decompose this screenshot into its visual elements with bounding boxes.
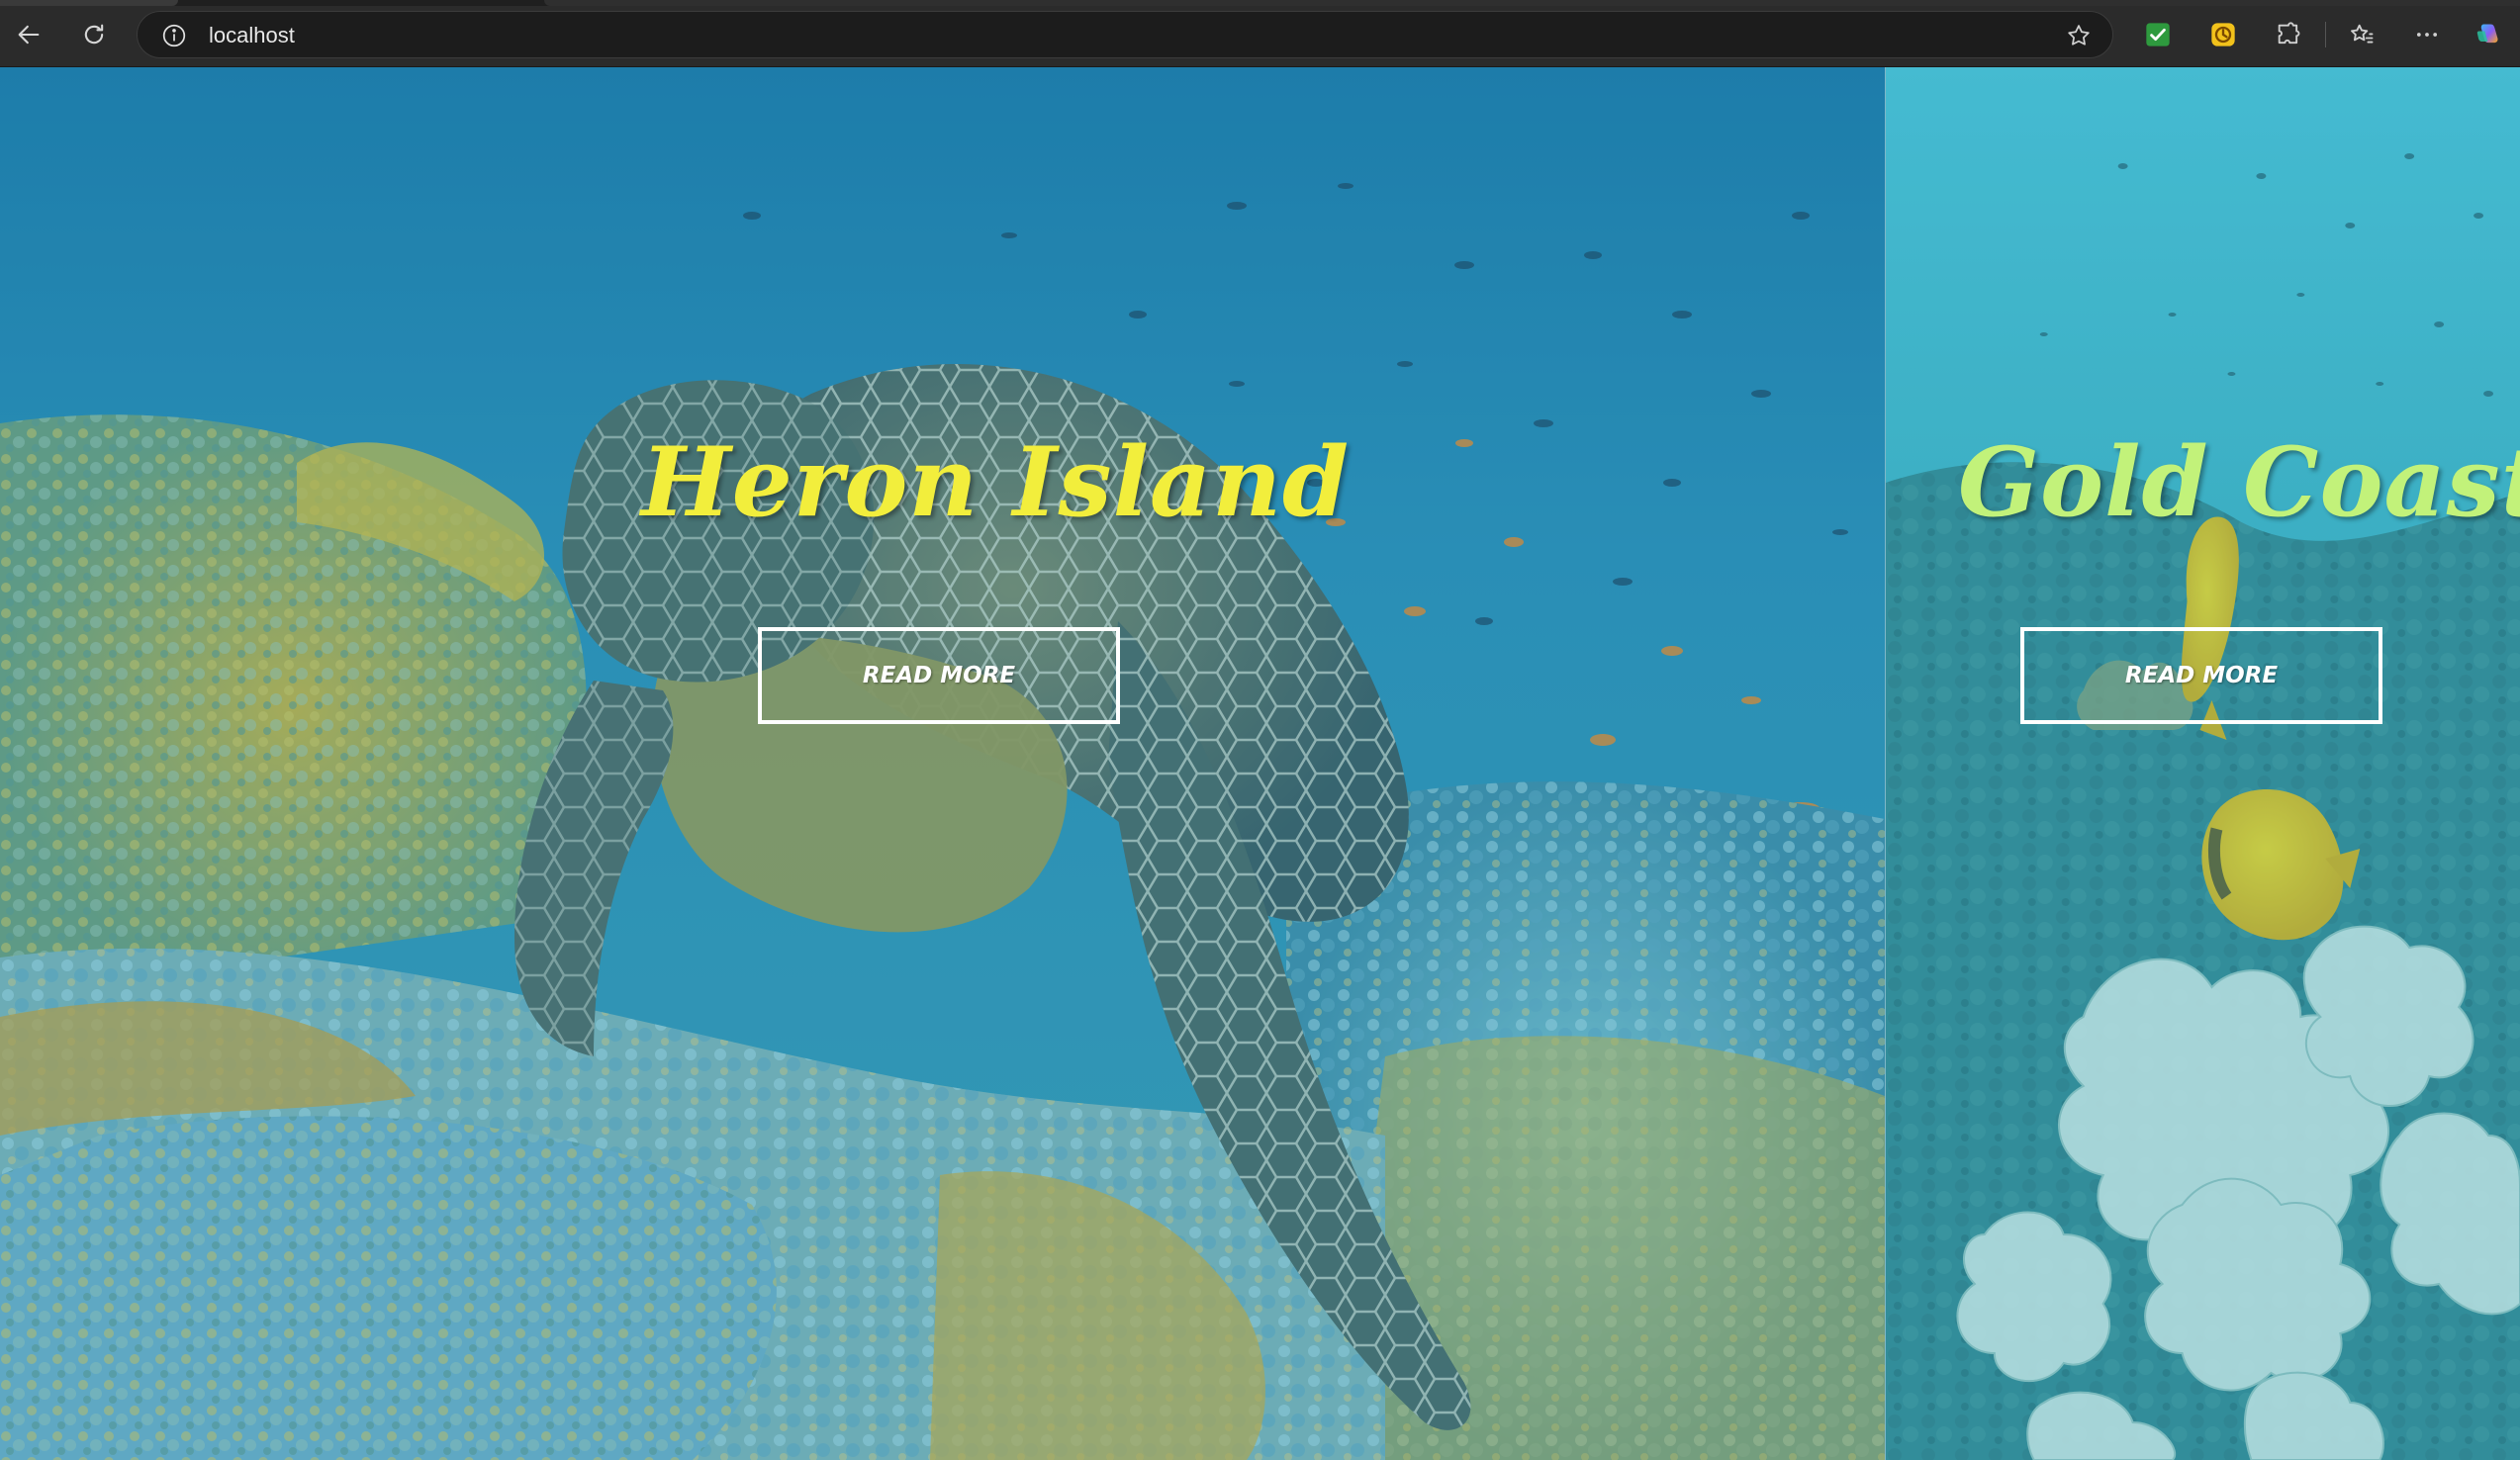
coin-extension-icon[interactable]	[2208, 20, 2238, 49]
gold-coast-background-image	[1886, 67, 2520, 1460]
heron-island-title: Heron Island	[641, 426, 1351, 538]
toolbar-separator	[2325, 22, 2326, 47]
reload-icon[interactable]	[77, 18, 111, 51]
address-url[interactable]: localhost	[209, 23, 295, 48]
favorites-icon[interactable]	[2347, 20, 2377, 49]
page-content: Heron Island READ MORE Gold Coast READ M…	[0, 67, 2520, 1460]
inactive-tab[interactable]	[544, 0, 2520, 6]
gold-coast-title: Gold Coast	[1958, 426, 2520, 538]
address-bar[interactable]: localhost	[137, 11, 2113, 58]
copilot-icon[interactable]	[2473, 20, 2503, 49]
heron-island-read-more-button[interactable]: READ MORE	[758, 627, 1120, 724]
heron-island-panel[interactable]: Heron Island READ MORE	[0, 67, 1885, 1460]
info-icon[interactable]	[161, 23, 187, 48]
checkmark-extension-icon[interactable]	[2143, 20, 2173, 49]
active-tab[interactable]	[0, 0, 178, 6]
browser-toolbar: localhost	[0, 0, 2520, 67]
heron-island-background-image	[0, 67, 1885, 1460]
tab-strip	[0, 0, 2520, 6]
gold-coast-panel[interactable]: Gold Coast READ MORE	[1885, 67, 2520, 1460]
star-icon[interactable]	[2065, 22, 2093, 49]
back-arrow-icon[interactable]	[12, 18, 46, 51]
puzzle-icon[interactable]	[2274, 20, 2303, 49]
gold-coast-read-more-button[interactable]: READ MORE	[2020, 627, 2382, 724]
more-icon[interactable]	[2412, 20, 2442, 49]
